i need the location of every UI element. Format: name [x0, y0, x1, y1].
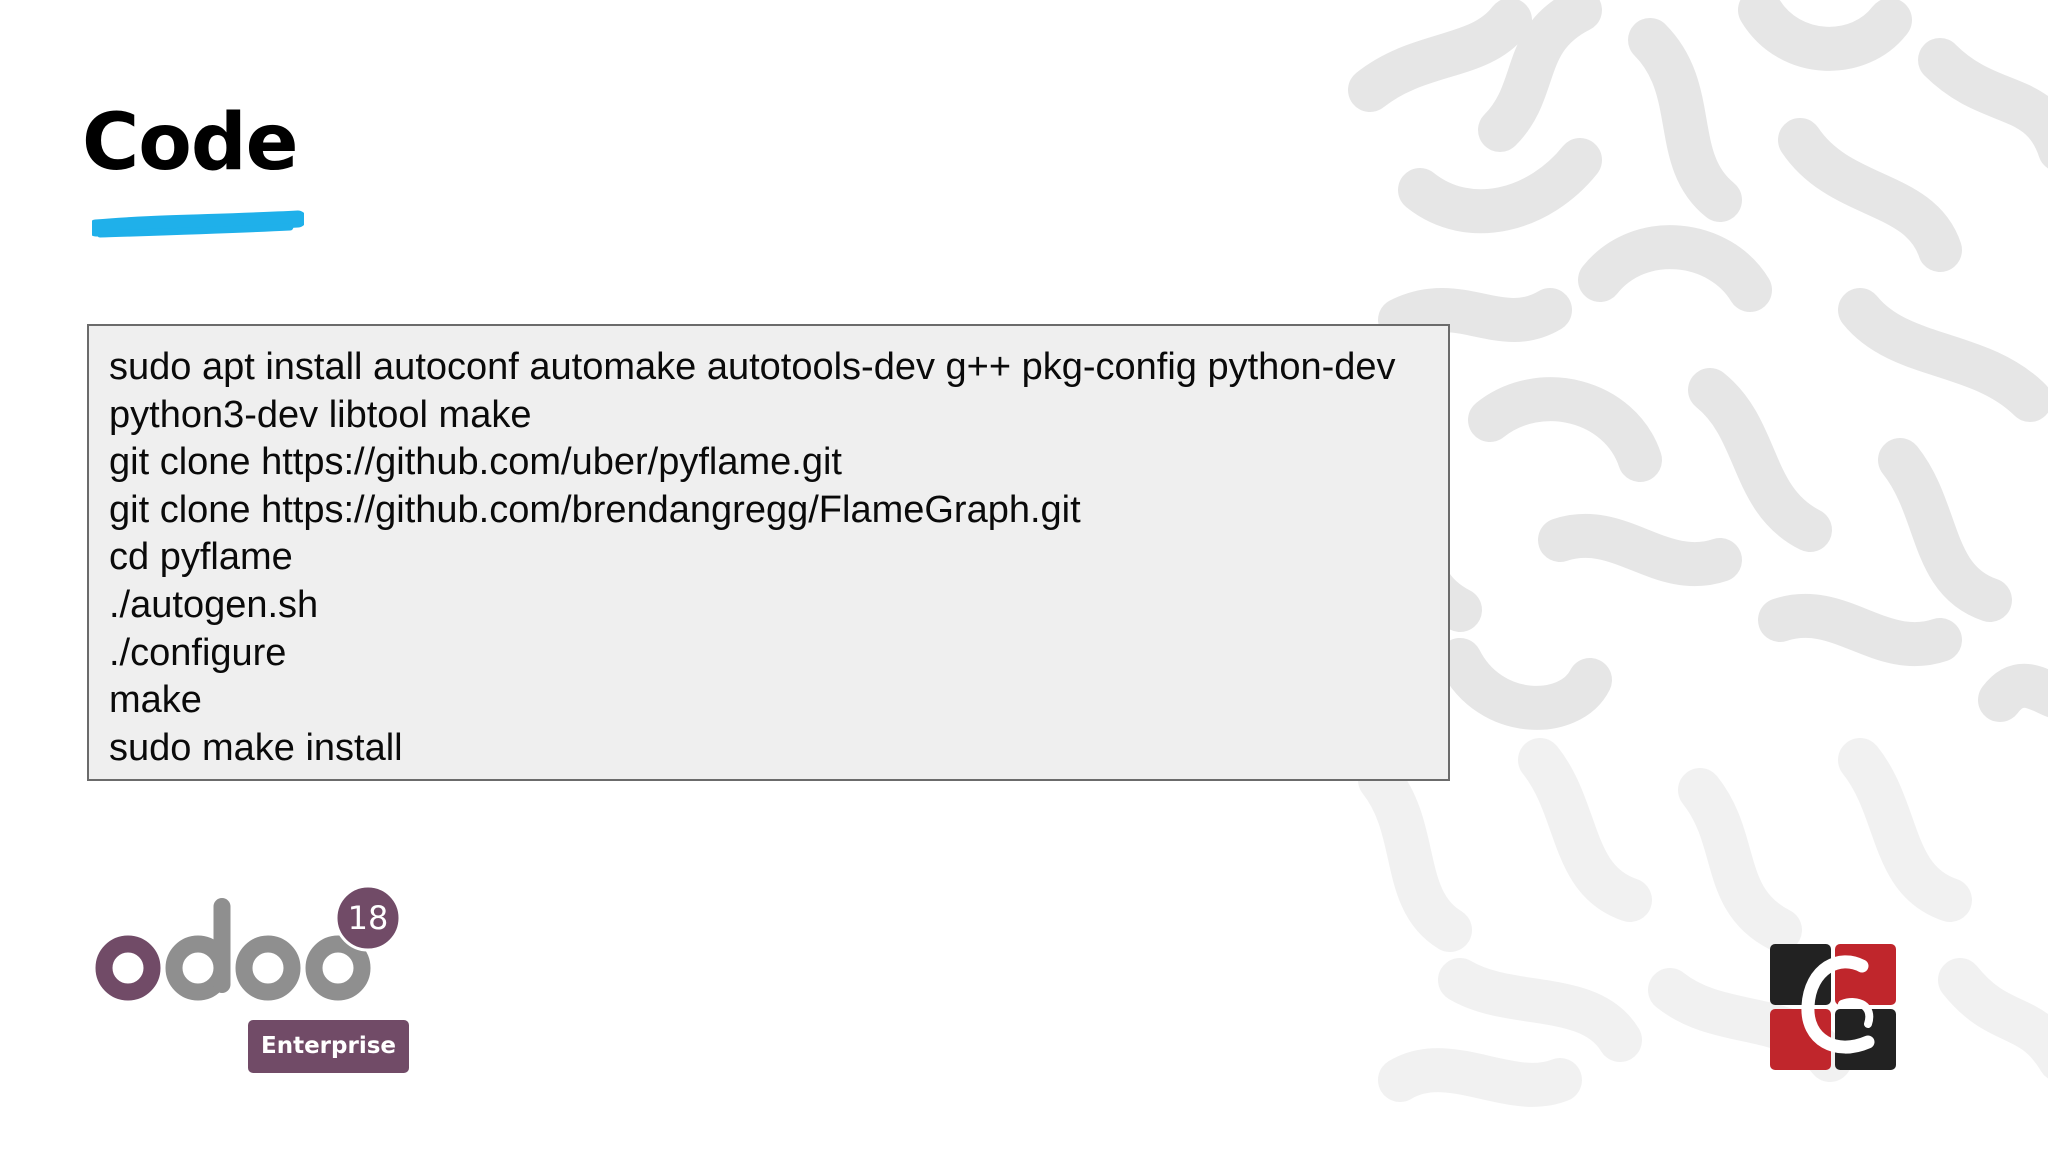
- code-line: ./autogen.sh: [109, 583, 319, 626]
- odoo-logo-letter-o: [95, 935, 161, 1001]
- code-line: git clone https://github.com/brendangreg…: [109, 488, 1081, 531]
- code-line: sudo apt install autoconf automake autot…: [109, 346, 1407, 436]
- odoo-logo-letter-d-stem: [213, 898, 231, 993]
- odoo-version-number: 18: [348, 899, 389, 937]
- odoo-logo-letter-o: [235, 935, 301, 1001]
- logo-quadrant-top-right: [1835, 944, 1896, 1005]
- odoo-logo-letter-o: [305, 935, 371, 1001]
- code-line: git clone https://github.com/uber/pyflam…: [109, 441, 842, 484]
- cg-monogram-logo: [1770, 944, 1896, 1070]
- code-line: cd pyflame: [109, 536, 293, 579]
- code-line: sudo make install: [109, 726, 403, 769]
- code-block: sudo apt install autoconf automake autot…: [87, 324, 1450, 781]
- title-underline-brushstroke: [92, 210, 304, 238]
- slide-title: Code: [82, 98, 299, 188]
- code-line: make: [109, 679, 202, 722]
- code-line: ./configure: [109, 631, 287, 674]
- odoo-edition-badge: Enterprise: [248, 1020, 409, 1073]
